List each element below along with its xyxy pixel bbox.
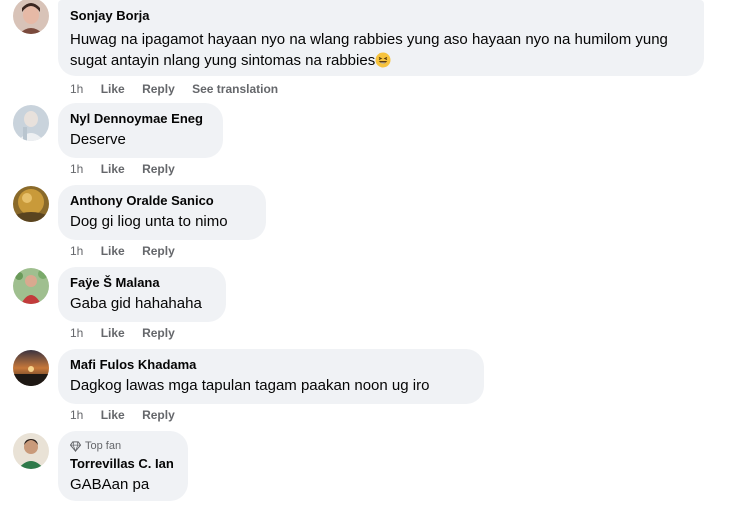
comment-bubble: Top fan Torrevillas C. Ian GABAan pa xyxy=(58,431,188,501)
diamond-icon xyxy=(70,440,81,452)
see-translation-link[interactable]: See translation xyxy=(192,82,278,96)
top-fan-badge: Top fan xyxy=(70,439,176,453)
comment-actions: 1h Like Reply See translation xyxy=(70,81,292,97)
reply-button[interactable]: Reply xyxy=(142,162,175,176)
comment-time[interactable]: 1h xyxy=(70,326,83,340)
comment-actions: 1h Like Reply xyxy=(70,161,189,177)
comment-bubble: Sonjay Borja Huwag na ipagamot hayaan ny… xyxy=(58,0,704,76)
reply-button[interactable]: Reply xyxy=(142,244,175,258)
comment-author[interactable]: Torrevillas C. Ian xyxy=(70,456,176,472)
comment-text: Dagkog lawas mga tapulan tagam paakan no… xyxy=(70,377,430,394)
user-photo-icon xyxy=(13,433,49,469)
comment-time[interactable]: 1h xyxy=(70,82,83,96)
like-button[interactable]: Like xyxy=(101,326,125,340)
user-photo-icon xyxy=(13,186,49,222)
comment-bubble: Nyl Dennoymae Eneg Deserve xyxy=(58,103,223,158)
avatar[interactable] xyxy=(13,350,49,386)
reply-button[interactable]: Reply xyxy=(142,82,175,96)
comment-time[interactable]: 1h xyxy=(70,244,83,258)
comment-actions: 1h Like Reply xyxy=(70,407,189,423)
comment-time[interactable]: 1h xyxy=(70,162,83,176)
avatar[interactable] xyxy=(13,186,49,222)
like-button[interactable]: Like xyxy=(101,82,125,96)
comment-text: Huwag na ipagamot hayaan nyo na wlang ra… xyxy=(70,29,692,71)
like-button[interactable]: Like xyxy=(101,408,125,422)
like-button[interactable]: Like xyxy=(101,244,125,258)
reply-button[interactable]: Reply xyxy=(142,408,175,422)
comment-actions: 1h Like Reply xyxy=(70,325,189,341)
comment-author[interactable]: Sonjay Borja xyxy=(70,8,692,24)
comment-actions: 1h Like Reply xyxy=(70,243,189,259)
comment-text: Dog gi liog unta to nimo xyxy=(70,213,228,230)
comment-bubble: Mafi Fulos Khadama Dagkog lawas mga tapu… xyxy=(58,349,484,404)
avatar[interactable] xyxy=(13,105,49,141)
user-photo-icon xyxy=(13,105,49,141)
comment-author[interactable]: Nyl Dennoymae Eneg xyxy=(70,111,211,127)
grinning-squinting-face-icon xyxy=(375,52,391,68)
comment-time[interactable]: 1h xyxy=(70,408,83,422)
comment-bubble: Faÿe Š Malana Gaba gid hahahaha xyxy=(58,267,226,322)
like-button[interactable]: Like xyxy=(101,162,125,176)
avatar[interactable] xyxy=(13,268,49,304)
comment-author[interactable]: Faÿe Š Malana xyxy=(70,275,214,291)
avatar[interactable] xyxy=(13,433,49,469)
comment-bubble: Anthony Oralde Sanico Dog gi liog unta t… xyxy=(58,185,266,240)
avatar[interactable] xyxy=(13,0,49,34)
comment-text: GABAan pa xyxy=(70,476,150,493)
user-photo-icon xyxy=(13,350,49,386)
top-fan-label: Top fan xyxy=(85,440,122,452)
comment-text: Gaba gid hahahaha xyxy=(70,295,202,312)
comment-text: Deserve xyxy=(70,131,126,148)
user-photo-icon xyxy=(13,0,49,34)
comment-author[interactable]: Mafi Fulos Khadama xyxy=(70,357,472,373)
user-photo-icon xyxy=(13,268,49,304)
reply-button[interactable]: Reply xyxy=(142,326,175,340)
comment-author[interactable]: Anthony Oralde Sanico xyxy=(70,193,254,209)
comment-text-content: Huwag na ipagamot hayaan nyo na wlang ra… xyxy=(70,31,668,69)
